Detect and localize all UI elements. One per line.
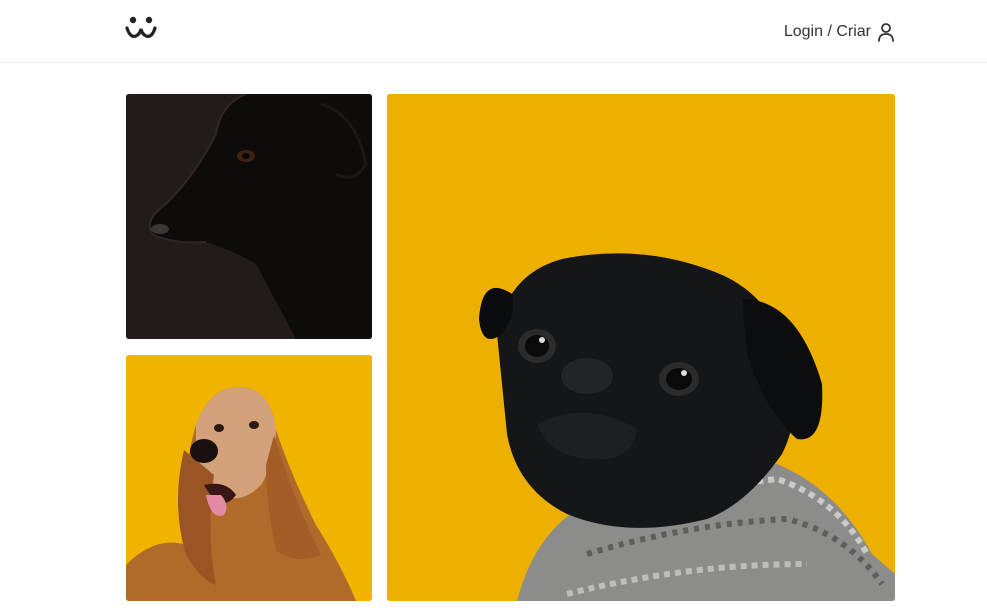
photo-black-dog[interactable] (126, 94, 372, 339)
site-header: Login / Criar (0, 0, 987, 63)
login-link[interactable]: Login / Criar (784, 21, 895, 43)
login-label: Login / Criar (783, 23, 871, 40)
dog-face-icon[interactable] (124, 14, 158, 42)
photo-pug[interactable] (387, 94, 895, 601)
user-icon (877, 22, 895, 42)
photo-afghan-hound[interactable] (126, 355, 372, 601)
